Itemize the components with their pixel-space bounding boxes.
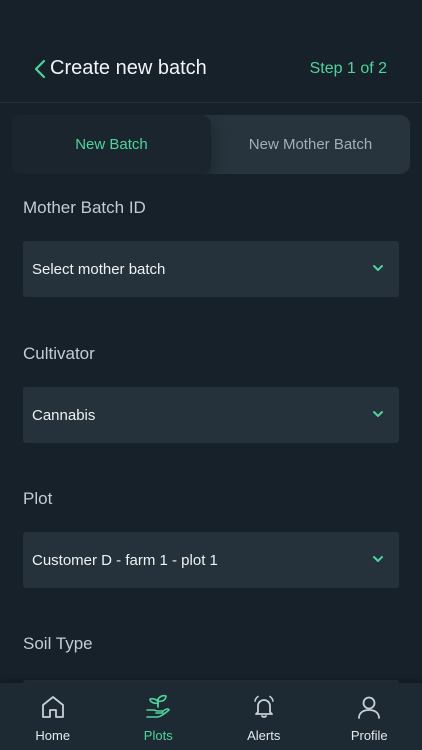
soil-type-label: Soil Type bbox=[23, 634, 93, 653]
bottom-nav: Home Plots Alerts Profile bbox=[0, 683, 422, 750]
mother-batch-select-value: Select mother batch bbox=[32, 260, 166, 278]
nav-item-plots[interactable]: Plots bbox=[106, 683, 212, 750]
chevron-down-icon bbox=[373, 265, 383, 271]
nav-label-home: Home bbox=[35, 728, 71, 743]
mother-batch-id-label: Mother Batch ID bbox=[23, 198, 146, 217]
back-button[interactable] bbox=[30, 56, 50, 82]
cultivator-select-value: Cannabis bbox=[32, 406, 96, 424]
cultivator-label: Cultivator bbox=[23, 344, 95, 363]
plant-hand-icon bbox=[146, 694, 171, 718]
nav-item-alerts[interactable]: Alerts bbox=[211, 683, 317, 750]
cultivator-select[interactable]: Cannabis bbox=[23, 387, 399, 443]
batch-type-tabs: New Batch New Mother Batch bbox=[12, 115, 410, 174]
chevron-down-icon bbox=[373, 556, 383, 562]
chevron-left-icon bbox=[34, 59, 46, 79]
nav-item-profile[interactable]: Profile bbox=[317, 683, 422, 750]
nav-label-alerts: Alerts bbox=[247, 728, 281, 743]
step-indicator: Step 1 of 2 bbox=[309, 60, 387, 77]
home-icon bbox=[41, 696, 64, 718]
header: Create new batch Step 1 of 2 bbox=[0, 0, 422, 103]
page-title: Create new batch bbox=[50, 57, 207, 79]
nav-label-profile: Profile bbox=[350, 728, 388, 743]
nav-item-home[interactable]: Home bbox=[0, 683, 106, 750]
tab-new-mother-batch[interactable]: New Mother Batch bbox=[211, 115, 410, 174]
plot-label: Plot bbox=[23, 489, 53, 508]
chevron-down-icon bbox=[373, 411, 383, 417]
plot-select[interactable]: Customer D - farm 1 - plot 1 bbox=[23, 532, 399, 588]
mother-batch-select[interactable]: Select mother batch bbox=[23, 241, 399, 297]
user-icon bbox=[358, 696, 381, 719]
bell-icon bbox=[253, 695, 274, 718]
nav-label-plots: Plots bbox=[143, 728, 173, 743]
plot-select-value: Customer D - farm 1 - plot 1 bbox=[32, 551, 218, 569]
tab-new-batch[interactable]: New Batch bbox=[12, 115, 211, 174]
